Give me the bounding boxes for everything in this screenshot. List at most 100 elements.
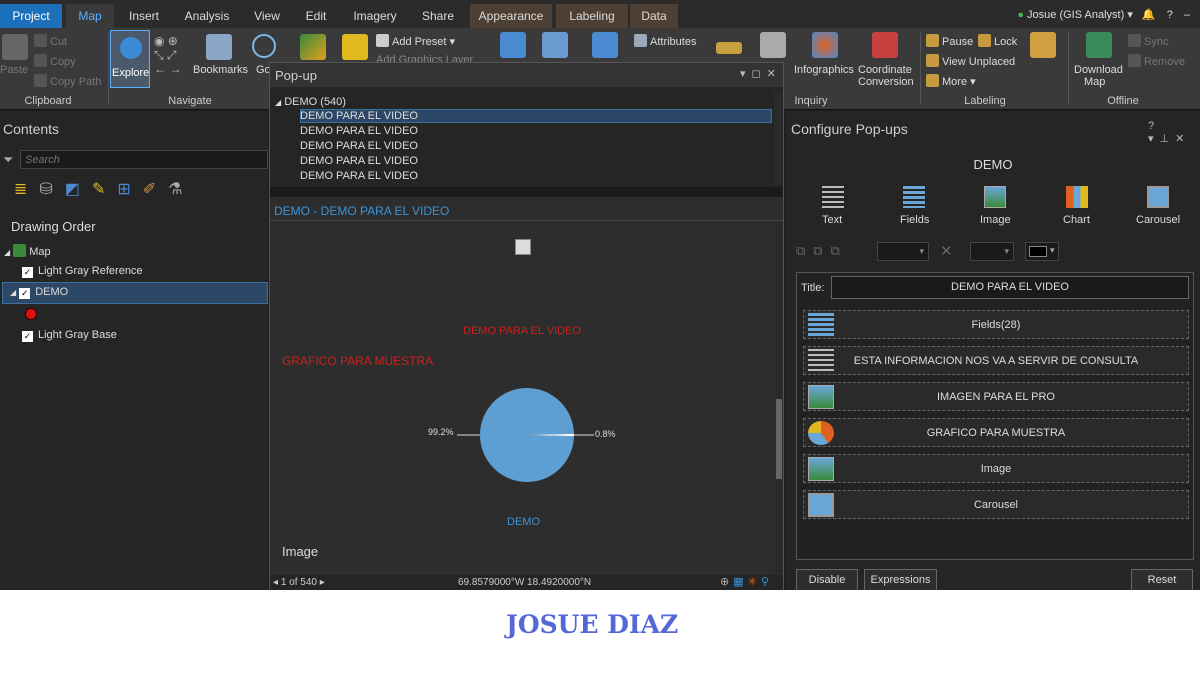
table-icon[interactable]: ▦: [733, 576, 747, 588]
popup-splitter[interactable]: [270, 187, 783, 197]
caret-down-icon[interactable]: ◢: [4, 248, 10, 257]
chart-element-icon[interactable]: [1066, 186, 1088, 208]
selection-icon[interactable]: ◩: [65, 181, 92, 198]
feature-navigator[interactable]: ◂ 1 of 540 ▸: [273, 577, 325, 588]
element-fields[interactable]: Fields(28): [803, 310, 1189, 339]
tab-labeling[interactable]: Labeling: [556, 4, 628, 28]
visibility-checkbox[interactable]: ✓: [22, 331, 33, 342]
coordinate-conversion-line1[interactable]: Coordinate: [858, 64, 912, 76]
user-account[interactable]: ● Josue (GIS Analyst) ▾ 🔔 ? –: [1017, 8, 1190, 21]
dropdown-icon[interactable]: ▾: [1148, 133, 1160, 145]
tab-analysis[interactable]: Analysis: [178, 4, 236, 28]
tab-appearance[interactable]: Appearance: [470, 4, 552, 28]
disable-button[interactable]: Disable: [796, 569, 858, 590]
maximize-icon[interactable]: ◻: [752, 68, 767, 80]
tab-view[interactable]: View: [246, 4, 288, 28]
color-picker[interactable]: ▾: [1025, 242, 1059, 261]
image-element-icon[interactable]: [984, 186, 1006, 208]
infographics-button[interactable]: Infographics: [794, 64, 854, 76]
contents-view-toolbar[interactable]: ≣⛁◩✎⊞✐⚗: [14, 179, 195, 199]
caret-down-icon[interactable]: ◢: [10, 288, 16, 297]
perspective-icon[interactable]: ⚗: [168, 181, 194, 198]
add-text-element[interactable]: Text: [822, 214, 842, 226]
filter-icon[interactable]: ⏷: [3, 152, 13, 168]
remove-button[interactable]: Remove: [1128, 54, 1185, 68]
pause-labels-button[interactable]: Pause: [926, 34, 973, 48]
data-source-icon[interactable]: ⛁: [39, 181, 64, 198]
select-icon[interactable]: [500, 32, 526, 58]
tree-item-demo[interactable]: ◢ ✓ DEMO: [10, 286, 68, 299]
popup-list-item[interactable]: DEMO PARA EL VIDEO: [300, 170, 418, 182]
copy-button[interactable]: Copy: [34, 54, 76, 68]
download-map-line1[interactable]: Download: [1074, 64, 1123, 76]
tab-project[interactable]: Project: [0, 4, 62, 28]
add-fields-element[interactable]: Fields: [900, 214, 929, 226]
text-element-icon[interactable]: [822, 186, 844, 208]
tab-edit[interactable]: Edit: [296, 4, 336, 28]
cut-button[interactable]: Cut: [34, 34, 67, 48]
snapping-icon[interactable]: ⊞: [117, 181, 142, 198]
element-chart[interactable]: GRAFICO PARA MUESTRA: [803, 418, 1189, 447]
popup-window-controls[interactable]: ▾◻✕: [740, 67, 782, 80]
add-carousel-element[interactable]: Carousel: [1136, 214, 1180, 226]
popup-list-item[interactable]: DEMO PARA EL VIDEO: [300, 110, 418, 122]
copy-path-button[interactable]: Copy Path: [34, 74, 101, 88]
visibility-checkbox[interactable]: ✓: [22, 267, 33, 278]
tab-share[interactable]: Share: [414, 4, 462, 28]
contents-search-input[interactable]: [20, 150, 268, 169]
flash-icon[interactable]: ✳: [748, 576, 761, 588]
help-icon[interactable]: ?: [1167, 9, 1173, 21]
delete-icon[interactable]: ✕: [940, 242, 953, 260]
drawing-order-icon[interactable]: ≣: [14, 181, 39, 198]
editing-icon[interactable]: ✎: [92, 181, 117, 198]
move-element-tools[interactable]: ⧉⧉⧉: [796, 243, 848, 259]
explore-button[interactable]: Explore: [110, 30, 150, 88]
add-chart-element[interactable]: Chart: [1063, 214, 1090, 226]
popup-body-scrollbar[interactable]: [775, 223, 783, 573]
tree-item-map[interactable]: ◢ Map: [4, 244, 51, 258]
download-map-line2[interactable]: Map: [1084, 76, 1105, 88]
visibility-checkbox[interactable]: ✓: [19, 288, 31, 299]
fields-element-icon[interactable]: [903, 186, 925, 208]
popup-list-item[interactable]: DEMO PARA EL VIDEO: [300, 155, 418, 167]
expressions-button[interactable]: Expressions: [864, 569, 937, 590]
zoom-icon[interactable]: ⚲: [761, 576, 773, 588]
popup-titlebar[interactable]: [270, 63, 783, 87]
select-by-location-icon[interactable]: [592, 32, 618, 58]
tab-imagery[interactable]: Imagery: [346, 4, 404, 28]
labeling-icon[interactable]: ✐: [143, 181, 168, 198]
more-labeling-button[interactable]: More ▾: [926, 74, 976, 88]
measure-icon[interactable]: [716, 42, 742, 54]
locate-icon[interactable]: [760, 32, 786, 58]
popup-list-item[interactable]: DEMO PARA EL VIDEO: [300, 125, 418, 137]
coordinate-conversion-line2[interactable]: Conversion: [858, 76, 914, 88]
element-image-pro[interactable]: IMAGEN PARA EL PRO: [803, 382, 1189, 411]
pin-icon[interactable]: ⊥: [1160, 133, 1176, 145]
element-text[interactable]: ESTA INFORMACION NOS VA A SERVIR DE CONS…: [803, 346, 1189, 375]
popup-group[interactable]: ◢ DEMO (540): [275, 96, 346, 108]
attributes-button[interactable]: Attributes: [634, 34, 696, 48]
sync-button[interactable]: Sync: [1128, 34, 1168, 48]
minimize-icon[interactable]: –: [1184, 9, 1190, 21]
dropdown-icon[interactable]: ▾: [740, 68, 752, 80]
globe-icon[interactable]: ⊕: [720, 576, 733, 588]
font-size-dropdown[interactable]: ▾: [877, 242, 929, 261]
help-icon[interactable]: ?: [1148, 120, 1160, 132]
point-symbol-icon[interactable]: [25, 308, 37, 320]
bookmarks-button[interactable]: Bookmarks: [193, 64, 248, 76]
tree-item-light-gray-base[interactable]: ✓ Light Gray Base: [22, 329, 117, 342]
select-by-attributes-icon[interactable]: [542, 32, 568, 58]
popup-status-tools[interactable]: ⊕▦✳⚲: [720, 575, 773, 588]
popup-list-scrollbar[interactable]: [774, 91, 782, 185]
tab-map[interactable]: Map: [66, 4, 114, 28]
add-image-element[interactable]: Image: [980, 214, 1011, 226]
carousel-element-icon[interactable]: [1147, 186, 1169, 208]
tree-item-light-gray-reference[interactable]: ✓ Light Gray Reference: [22, 265, 143, 278]
element-carousel[interactable]: Carousel: [803, 490, 1189, 519]
tab-data[interactable]: Data: [630, 4, 678, 28]
tab-insert[interactable]: Insert: [120, 4, 168, 28]
move-up-icon[interactable]: ⧉: [796, 243, 813, 258]
pane-controls[interactable]: ?▾⊥✕: [1148, 120, 1200, 145]
reset-button[interactable]: Reset: [1131, 569, 1193, 590]
add-preset-button[interactable]: Add Preset ▾: [376, 34, 455, 48]
